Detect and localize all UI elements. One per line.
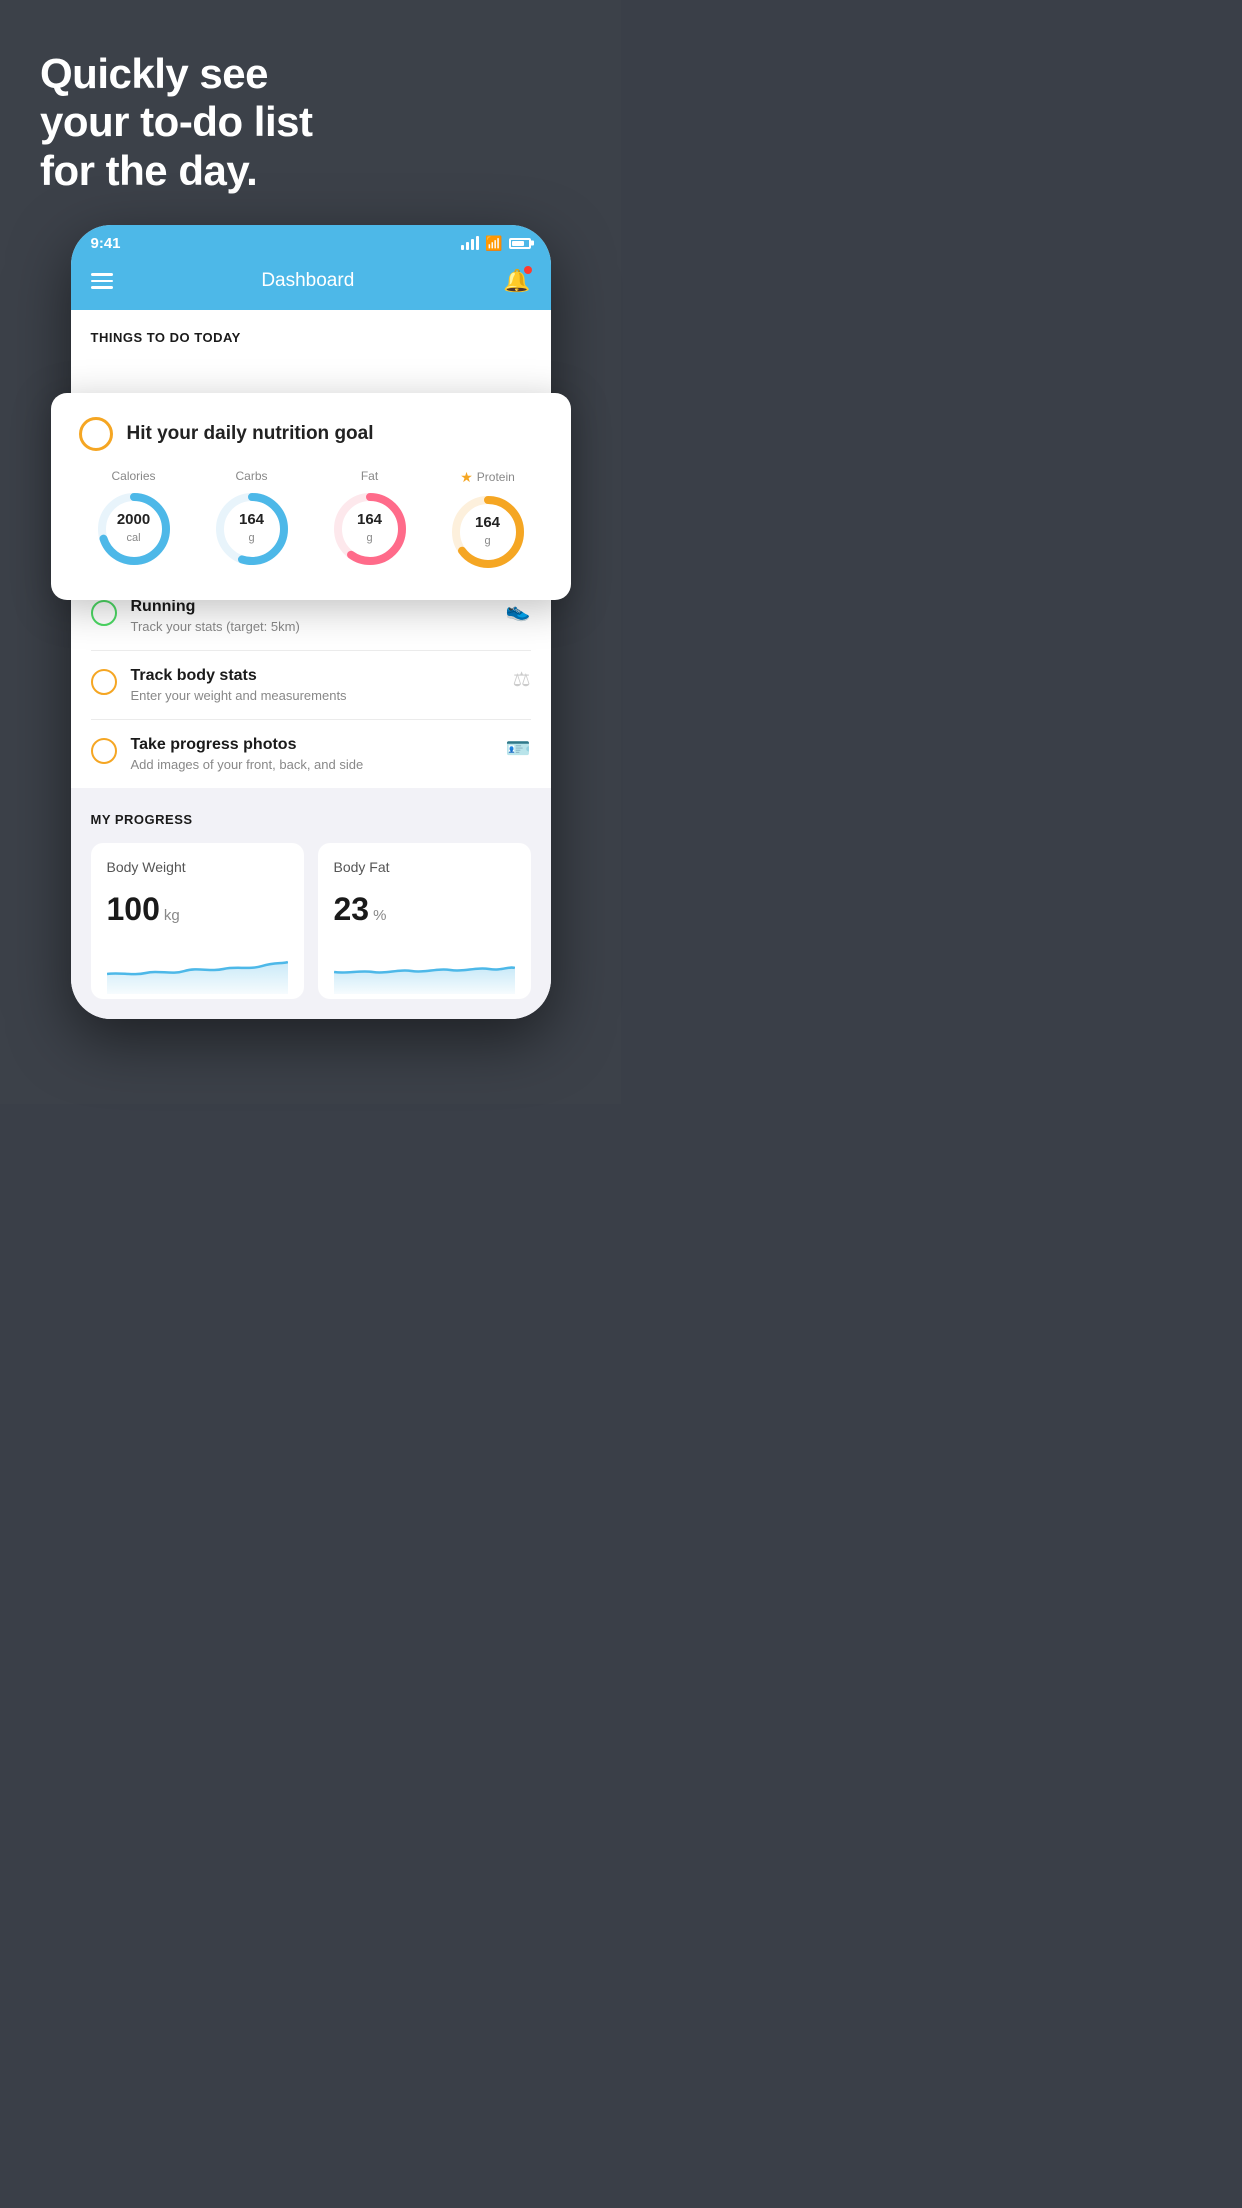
todo-running-subtitle: Track your stats (target: 5km) xyxy=(131,619,492,634)
nutrition-circles: Calories 2000 cal Carbs xyxy=(79,469,543,572)
status-icons: 📶 xyxy=(461,235,530,252)
body-fat-unit: % xyxy=(373,907,386,924)
wifi-icon: 📶 xyxy=(485,235,502,252)
photo-icon: 🪪 xyxy=(506,736,531,761)
body-weight-unit: kg xyxy=(164,907,180,924)
scale-icon: ⚖ xyxy=(513,667,531,692)
todo-body-stats-title: Track body stats xyxy=(131,667,499,685)
todo-body-stats-subtitle: Enter your weight and measurements xyxy=(131,688,499,703)
todo-photos-title: Take progress photos xyxy=(131,736,492,754)
nutrition-carbs: Carbs 164 g xyxy=(212,469,292,569)
todo-running-circle xyxy=(91,600,117,626)
running-shoe-icon: 👟 xyxy=(506,598,531,623)
things-today-title: THINGS TO DO TODAY xyxy=(91,330,531,345)
phone-frame: 9:41 📶 xyxy=(71,225,551,1019)
fat-donut: 164 g xyxy=(330,489,410,569)
todo-photos[interactable]: Take progress photos Add images of your … xyxy=(91,719,531,788)
progress-section-title: MY PROGRESS xyxy=(91,812,531,827)
nutrition-card-title: Hit your daily nutrition goal xyxy=(127,423,374,445)
battery-icon xyxy=(509,238,531,249)
app-header: Dashboard 🔔 xyxy=(71,258,551,310)
nutrition-card-header: Hit your daily nutrition goal xyxy=(79,417,543,451)
notification-bell-icon[interactable]: 🔔 xyxy=(503,268,530,294)
nutrition-calories: Calories 2000 cal xyxy=(94,469,174,569)
status-time: 9:41 xyxy=(91,235,121,252)
nutrition-fat: Fat 164 g xyxy=(330,469,410,569)
todo-photos-subtitle: Add images of your front, back, and side xyxy=(131,757,492,772)
nutrition-check-circle xyxy=(79,417,113,451)
protein-donut: 164 g xyxy=(448,492,528,572)
body-fat-card: Body Fat 23 % xyxy=(318,843,531,999)
carbs-value: 164 g xyxy=(239,512,264,546)
app-header-title: Dashboard xyxy=(261,270,354,292)
calories-label: Calories xyxy=(111,469,155,483)
body-fat-title: Body Fat xyxy=(334,859,515,875)
body-fat-chart xyxy=(334,944,515,994)
fat-label: Fat xyxy=(361,469,378,483)
protein-value: 164 g xyxy=(475,515,500,549)
carbs-label: Carbs xyxy=(235,469,267,483)
body-weight-value: 100 xyxy=(107,891,160,928)
body-weight-card: Body Weight 100 kg xyxy=(91,843,304,999)
progress-section: MY PROGRESS Body Weight 100 kg xyxy=(71,788,551,1019)
protein-star-icon: ★ xyxy=(460,469,473,486)
hero-title: Quickly see your to-do list for the day. xyxy=(40,50,581,195)
carbs-donut: 164 g xyxy=(212,489,292,569)
body-weight-chart xyxy=(107,944,288,994)
calories-value: 2000 cal xyxy=(117,512,150,546)
nutrition-protein: ★ Protein 164 g xyxy=(448,469,528,572)
signal-icon xyxy=(461,236,479,250)
protein-label: ★ Protein xyxy=(460,469,515,486)
calories-donut: 2000 cal xyxy=(94,489,174,569)
body-fat-value: 23 xyxy=(334,891,370,928)
hamburger-menu-icon[interactable] xyxy=(91,273,113,289)
background: Quickly see your to-do list for the day.… xyxy=(0,0,621,1104)
todo-body-stats-circle xyxy=(91,669,117,695)
todo-photos-circle xyxy=(91,738,117,764)
progress-cards: Body Weight 100 kg xyxy=(91,843,531,999)
fat-value: 164 g xyxy=(357,512,382,546)
notification-dot xyxy=(524,266,532,274)
body-weight-value-row: 100 kg xyxy=(107,891,288,928)
todo-body-stats[interactable]: Track body stats Enter your weight and m… xyxy=(91,650,531,719)
hero-section: Quickly see your to-do list for the day. xyxy=(0,0,621,225)
body-weight-title: Body Weight xyxy=(107,859,288,875)
status-bar: 9:41 📶 xyxy=(71,225,551,258)
todo-running-title: Running xyxy=(131,598,492,616)
body-fat-value-row: 23 % xyxy=(334,891,515,928)
nutrition-card: Hit your daily nutrition goal Calories 2… xyxy=(51,393,571,600)
phone-wrapper: Hit your daily nutrition goal Calories 2… xyxy=(71,225,551,1019)
